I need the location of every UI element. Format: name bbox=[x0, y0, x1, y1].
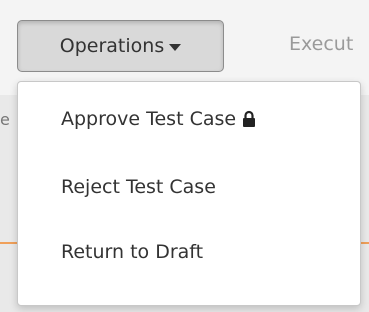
operations-dropdown-button[interactable]: Operations bbox=[17, 20, 224, 72]
menu-item-approve-test-case[interactable]: Approve Test Case bbox=[18, 90, 360, 148]
menu-item-reject-test-case[interactable]: Reject Test Case bbox=[18, 158, 360, 216]
underlying-partial-text: e bbox=[0, 110, 10, 129]
menu-item-label: Return to Draft bbox=[61, 241, 204, 263]
menu-item-label: Approve Test Case bbox=[61, 108, 237, 130]
menu-item-label: Reject Test Case bbox=[61, 176, 216, 198]
lock-icon bbox=[242, 110, 256, 128]
operations-button-label: Operations bbox=[59, 35, 165, 57]
caret-down-icon bbox=[169, 43, 182, 51]
menu-item-return-to-draft[interactable]: Return to Draft bbox=[18, 223, 360, 281]
operations-menu: Approve Test Case Reject Test Case Retur… bbox=[17, 81, 361, 306]
tab-execution[interactable]: Execut bbox=[289, 33, 353, 55]
